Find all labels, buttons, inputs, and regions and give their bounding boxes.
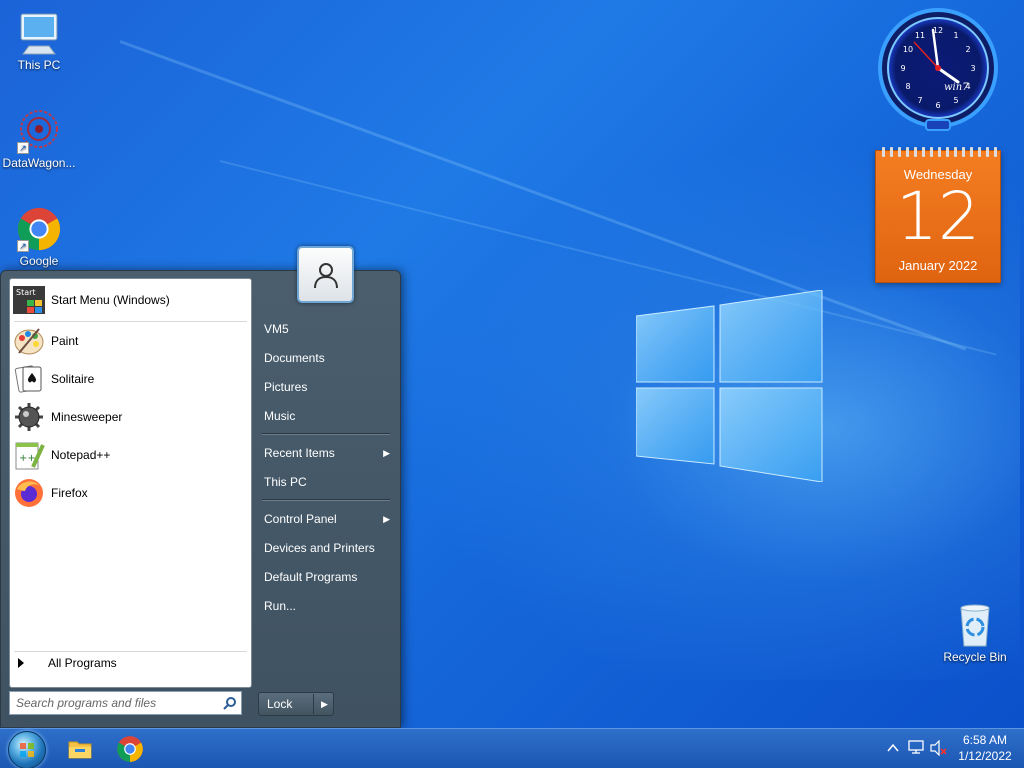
chevron-up-icon[interactable] [886, 741, 900, 755]
mine-icon [15, 403, 43, 431]
clock-numeral: 7 [917, 96, 922, 105]
start-menu-places-pane: VM5 Documents Pictures Music Recent Item… [256, 271, 402, 729]
program-label: Paint [51, 334, 79, 348]
place-control-panel[interactable]: Control Panel ▶ [256, 506, 396, 532]
desktop-icon-label: This PC [17, 58, 61, 72]
search-placeholder: Search programs and files [16, 696, 157, 710]
desktop-icon-label: Google [19, 254, 59, 268]
lock-label: Lock [267, 697, 293, 711]
clock-numeral: 8 [905, 82, 910, 91]
windows-logo [636, 290, 823, 482]
monitor-icon [20, 13, 58, 55]
taskbar-date: 1/12/2022 [958, 749, 1012, 763]
calendar-gadget[interactable]: Wednesday 12 January 2022 [875, 147, 1001, 283]
separator [262, 433, 390, 435]
clock-numeral: 1 [953, 31, 958, 40]
place-documents[interactable]: Documents [256, 345, 396, 371]
chrome-icon[interactable] [116, 735, 144, 763]
place-run[interactable]: Run... [256, 593, 396, 619]
desktop-icon-recycle-bin[interactable]: Recycle Bin [936, 602, 1014, 664]
clock-numeral: 5 [953, 96, 958, 105]
clock-numeral: 2 [965, 45, 970, 54]
triangle-right-icon [18, 658, 24, 668]
network-icon[interactable] [908, 740, 926, 756]
place-this-pc[interactable]: This PC [256, 469, 396, 495]
all-programs-label: All Programs [48, 656, 117, 670]
program-firefox[interactable]: Firefox [12, 475, 88, 511]
program-minesweeper[interactable]: Minesweeper [12, 399, 122, 435]
desktop-icon-label: DataWagon... [2, 156, 76, 170]
program-solitaire[interactable]: Solitaire [12, 361, 94, 397]
clock-numeral: 11 [915, 31, 925, 40]
shortcut-arrow-icon: ↗ [17, 142, 29, 154]
recycle-bin-icon [960, 604, 990, 647]
clock-numeral: 10 [903, 45, 913, 54]
clock-numeral: 3 [970, 64, 975, 73]
all-programs-button[interactable]: All Programs [18, 656, 117, 670]
user-icon [313, 262, 338, 288]
recent-items-label: Recent Items [264, 446, 335, 460]
place-pictures[interactable]: Pictures [256, 374, 396, 400]
program-label: Start Menu (Windows) [51, 293, 170, 307]
desktop-icon-this-pc[interactable]: This PC [0, 10, 78, 72]
calendar-day: 12 [896, 178, 980, 255]
paint-palette-icon [14, 328, 44, 355]
shortcut-arrow-icon: ↗ [17, 240, 29, 252]
program-label: Solitaire [51, 372, 95, 386]
calendar-rings [876, 147, 1000, 161]
clock-numeral: 9 [900, 64, 905, 73]
user-avatar[interactable] [297, 246, 354, 303]
program-paint[interactable]: Paint [12, 323, 78, 359]
file-explorer-icon[interactable] [66, 735, 94, 763]
lock-button[interactable]: Lock ▶ [258, 692, 334, 716]
submenu-arrow-icon: ▶ [383, 448, 390, 458]
program-label: Firefox [51, 486, 88, 500]
start-menu-programs-pane: Start Start Menu (Windows) Paint Solitai… [9, 278, 252, 688]
taskbar-time: 6:58 AM [962, 733, 1008, 747]
control-panel-label: Control Panel [264, 512, 337, 526]
program-label: Minesweeper [51, 410, 123, 424]
desktop-icon-google[interactable]: ↗ Google [0, 206, 78, 268]
taskbar: 6:58 AM 1/12/2022 [0, 728, 1024, 768]
start-button[interactable] [8, 731, 46, 768]
submenu-arrow-icon: ▶ [383, 514, 390, 524]
lock-options-arrow-icon[interactable]: ▶ [321, 693, 328, 715]
notepad-plus-icon: ++ [15, 442, 45, 470]
clock-gadget[interactable]: 12 1 2 3 4 5 6 7 8 9 10 11 win7 [876, 8, 1000, 132]
separator [262, 499, 390, 501]
system-tray [886, 729, 948, 768]
program-notepad-plus-plus[interactable]: ++ Notepad++ [12, 437, 110, 473]
taskbar-clock[interactable]: 6:58 AM 1/12/2022 [950, 732, 1020, 764]
firefox-icon [15, 479, 43, 507]
calendar-month-year: January 2022 [898, 258, 978, 273]
clock-brand: win7 [944, 82, 969, 93]
program-start-menu-windows[interactable]: Start Start Menu (Windows) [12, 282, 170, 318]
volume-muted-icon[interactable] [930, 740, 948, 756]
search-box[interactable]: Search programs and files [9, 691, 242, 715]
place-default-programs[interactable]: Default Programs [256, 564, 396, 590]
start-menu-app-icon: Start [13, 286, 45, 314]
separator [14, 651, 247, 652]
desktop-icon-datawagon[interactable]: ↗ DataWagon... [0, 108, 78, 170]
desktop-icon-label: Recycle Bin [943, 650, 1007, 664]
clock-numeral: 6 [935, 101, 940, 110]
program-label: Notepad++ [51, 448, 111, 462]
place-user-folder[interactable]: VM5 [256, 316, 396, 342]
solitaire-cards-icon [14, 365, 42, 393]
windows-orb-icon [20, 743, 34, 757]
separator [14, 321, 247, 322]
search-icon[interactable] [223, 696, 237, 710]
start-menu: Start Start Menu (Windows) Paint Solitai… [0, 270, 401, 728]
place-devices-and-printers[interactable]: Devices and Printers [256, 535, 396, 561]
place-recent-items[interactable]: Recent Items ▶ [256, 440, 396, 466]
start-icon-text: Start [16, 288, 36, 297]
place-music[interactable]: Music [256, 403, 396, 429]
